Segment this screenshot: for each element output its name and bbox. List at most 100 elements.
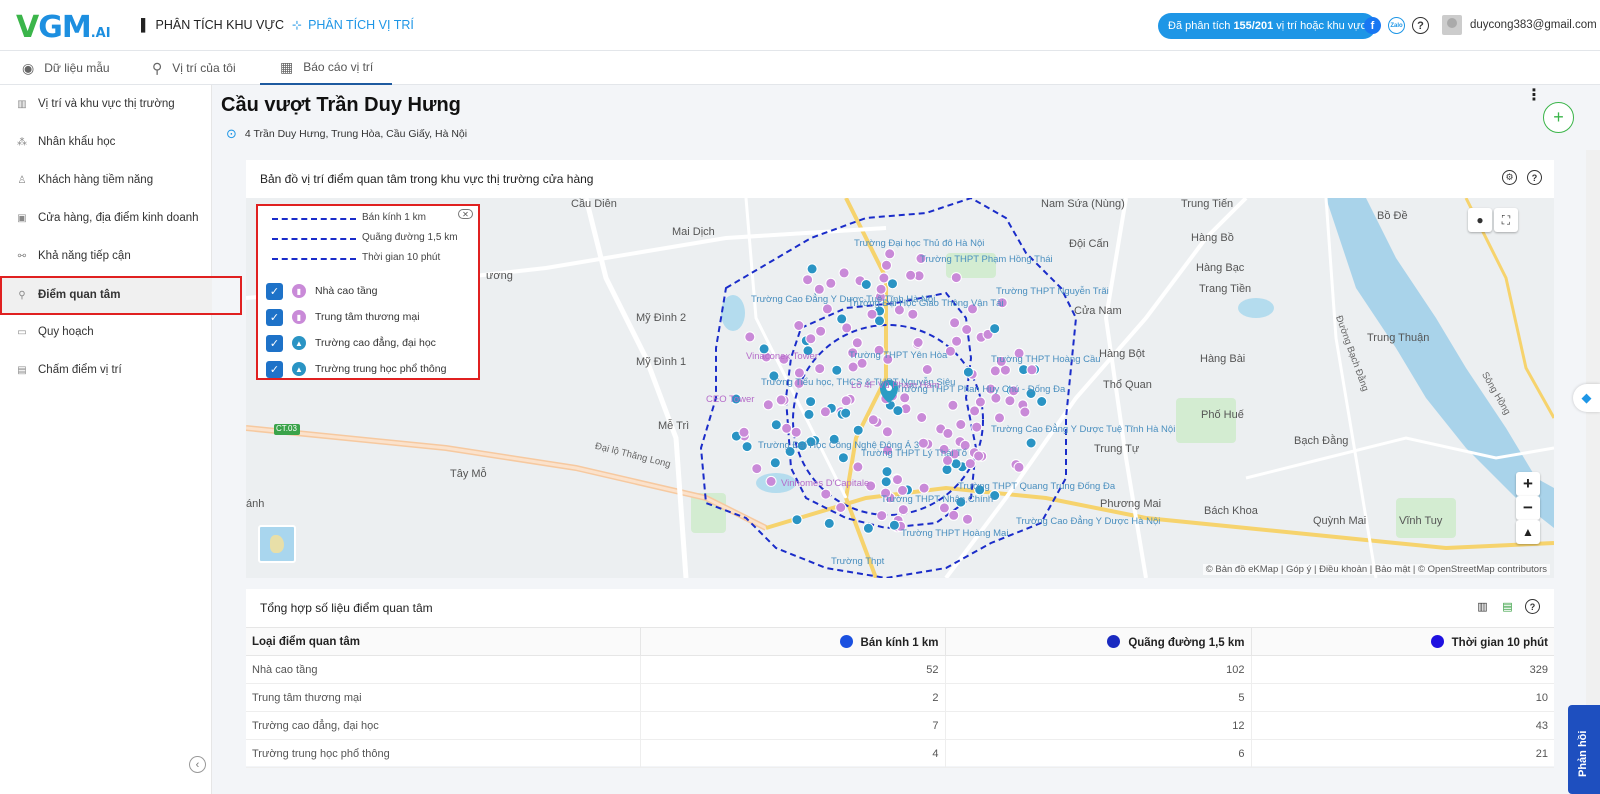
zoom-in-button[interactable]: +	[1516, 472, 1540, 496]
poi-highrise-marker[interactable]	[838, 267, 850, 279]
layers-icon[interactable]: ●	[1468, 208, 1492, 232]
poi-highrise-marker[interactable]	[916, 412, 928, 423]
poi-highrise-marker[interactable]	[781, 422, 793, 434]
poi-highrise-marker[interactable]	[840, 395, 852, 407]
poi-highrise-marker[interactable]	[947, 399, 959, 411]
poi-school-marker[interactable]	[1025, 437, 1037, 449]
poi-school-marker[interactable]	[1036, 396, 1048, 407]
poi-highrise-marker[interactable]	[1026, 364, 1038, 376]
poi-highrise-marker[interactable]	[994, 412, 1005, 424]
checkbox[interactable]: ✓	[266, 360, 283, 378]
legend-item-highrise[interactable]: ✓ ▮ Nhà cao tầng	[266, 282, 377, 300]
poi-highrise-marker[interactable]	[962, 513, 973, 525]
poi-highrise-marker[interactable]	[813, 283, 825, 295]
poi-highrise-marker[interactable]	[751, 463, 763, 475]
poi-highrise-marker[interactable]	[971, 421, 983, 433]
poi-highrise-marker[interactable]	[892, 474, 903, 486]
scrollbar[interactable]	[1586, 150, 1600, 770]
poi-highrise-marker[interactable]	[881, 259, 892, 271]
poi-school-marker[interactable]	[831, 364, 843, 376]
poi-highrise-marker[interactable]	[921, 364, 933, 375]
poi-highrise-marker[interactable]	[876, 510, 888, 522]
minimap[interactable]	[258, 525, 296, 563]
sidebar-item-market[interactable]: ▥ Vị trí và khu vực thị trường	[0, 85, 212, 123]
poi-highrise-marker[interactable]	[989, 365, 1001, 377]
poi-highrise-marker[interactable]	[897, 504, 909, 516]
more-menu-icon[interactable]: ⋮	[1526, 88, 1542, 104]
poi-highrise-marker[interactable]	[950, 272, 962, 284]
checkbox[interactable]: ✓	[266, 282, 283, 300]
help-icon[interactable]: ?	[1525, 599, 1540, 614]
tab-sample-data[interactable]: ◉ Dữ liệu mẫu	[22, 51, 110, 85]
quota-badge[interactable]: Đã phân tích 155/201 vị trí hoặc khu vực	[1158, 13, 1377, 39]
legend-item-mall[interactable]: ✓ ▮ Trung tâm thương mại	[266, 308, 420, 326]
excel-export-icon[interactable]: ▤	[1500, 599, 1515, 614]
facebook-icon[interactable]: f	[1364, 17, 1381, 34]
poi-highrise-marker[interactable]	[793, 320, 805, 331]
checkbox[interactable]: ✓	[266, 334, 283, 352]
logo[interactable]: VGM.AI	[16, 10, 111, 45]
tab-my-locations[interactable]: ⚲ Vị trí của tôi	[152, 51, 236, 85]
sidebar-item-scoring[interactable]: ▤ Chấm điểm vị trí	[0, 351, 212, 389]
poi-school-marker[interactable]	[791, 514, 803, 526]
poi-school-marker[interactable]	[887, 278, 898, 290]
legend-item-college[interactable]: ✓ ▲ Trường cao đẳng, đại học	[266, 334, 436, 352]
poi-school-marker[interactable]	[892, 405, 904, 417]
poi-highrise-marker[interactable]	[917, 437, 929, 449]
poi-highrise-marker[interactable]	[974, 396, 986, 408]
poi-highrise-marker[interactable]	[881, 426, 893, 438]
poi-highrise-marker[interactable]	[765, 475, 777, 487]
poi-highrise-marker[interactable]	[951, 335, 963, 347]
poi-school-marker[interactable]	[836, 313, 848, 325]
poi-highrise-marker[interactable]	[820, 488, 832, 500]
help-icon[interactable]: ?	[1412, 17, 1429, 34]
poi-school-marker[interactable]	[862, 522, 874, 534]
zalo-icon[interactable]: Zalo	[1388, 17, 1405, 34]
poi-highrise-marker[interactable]	[821, 303, 833, 315]
legend-item-highschool[interactable]: ✓ ▲ Trường trung học phổ thông	[266, 360, 446, 378]
poi-school-marker[interactable]	[823, 517, 835, 529]
poi-highrise-marker[interactable]	[875, 283, 887, 295]
help-icon[interactable]: ?	[1527, 170, 1542, 185]
poi-highrise-marker[interactable]	[942, 427, 954, 439]
poi-school-marker[interactable]	[852, 424, 864, 436]
settings-icon[interactable]: ⚙	[1502, 170, 1517, 185]
side-panel-toggle[interactable]: ◆	[1573, 384, 1600, 412]
poi-highrise-marker[interactable]	[907, 308, 919, 320]
poi-highrise-marker[interactable]	[825, 277, 837, 289]
poi-highrise-marker[interactable]	[973, 450, 985, 462]
poi-highrise-marker[interactable]	[841, 322, 853, 334]
sidebar-item-accessibility[interactable]: ⚯ Khả năng tiếp cận	[0, 237, 212, 275]
feedback-button[interactable]: Phản hồi	[1568, 705, 1600, 794]
poi-highrise-marker[interactable]	[762, 399, 774, 411]
add-button[interactable]: +	[1543, 102, 1574, 133]
poi-highrise-marker[interactable]	[866, 308, 878, 320]
sidebar-item-customers[interactable]: ♙ Khách hàng tiềm năng	[0, 161, 212, 199]
poi-school-marker[interactable]	[962, 366, 974, 378]
poi-highrise-marker[interactable]	[884, 248, 896, 260]
poi-school-marker[interactable]	[888, 519, 900, 531]
poi-highrise-marker[interactable]	[961, 324, 973, 335]
poi-highrise-marker[interactable]	[949, 317, 961, 329]
bar-chart-icon[interactable]: ▥	[1475, 599, 1490, 614]
sidebar-item-stores[interactable]: ▣ Cửa hàng, địa điểm kinh doanh	[0, 199, 212, 237]
poi-school-marker[interactable]	[989, 323, 1001, 335]
poi-school-marker[interactable]	[941, 464, 953, 476]
poi-highrise-marker[interactable]	[738, 426, 750, 438]
poi-school-marker[interactable]	[769, 457, 781, 469]
poi-highrise-marker[interactable]	[867, 414, 879, 426]
collapse-sidebar-button[interactable]: ‹	[189, 756, 206, 773]
tab-location-report[interactable]: ▦ Báo cáo vị trí	[260, 51, 392, 85]
poi-school-marker[interactable]	[741, 441, 753, 453]
poi-school-marker[interactable]	[803, 408, 815, 420]
poi-highrise-marker[interactable]	[814, 363, 826, 375]
poi-highrise-marker[interactable]	[790, 426, 802, 438]
user-email[interactable]: duycong383@gmail.com	[1470, 19, 1597, 31]
poi-highrise-marker[interactable]	[815, 325, 827, 337]
poi-highrise-marker[interactable]	[819, 406, 831, 418]
compass-reset-button[interactable]: ▲	[1516, 520, 1540, 544]
poi-highrise-marker[interactable]	[912, 337, 924, 348]
poi-highrise-marker[interactable]	[905, 269, 917, 281]
poi-map[interactable]: Cầu Diễn Mai Dịch Mỹ Đình 2 Mỹ Đình 1 Mễ…	[246, 198, 1554, 578]
poi-school-marker[interactable]	[806, 263, 818, 275]
